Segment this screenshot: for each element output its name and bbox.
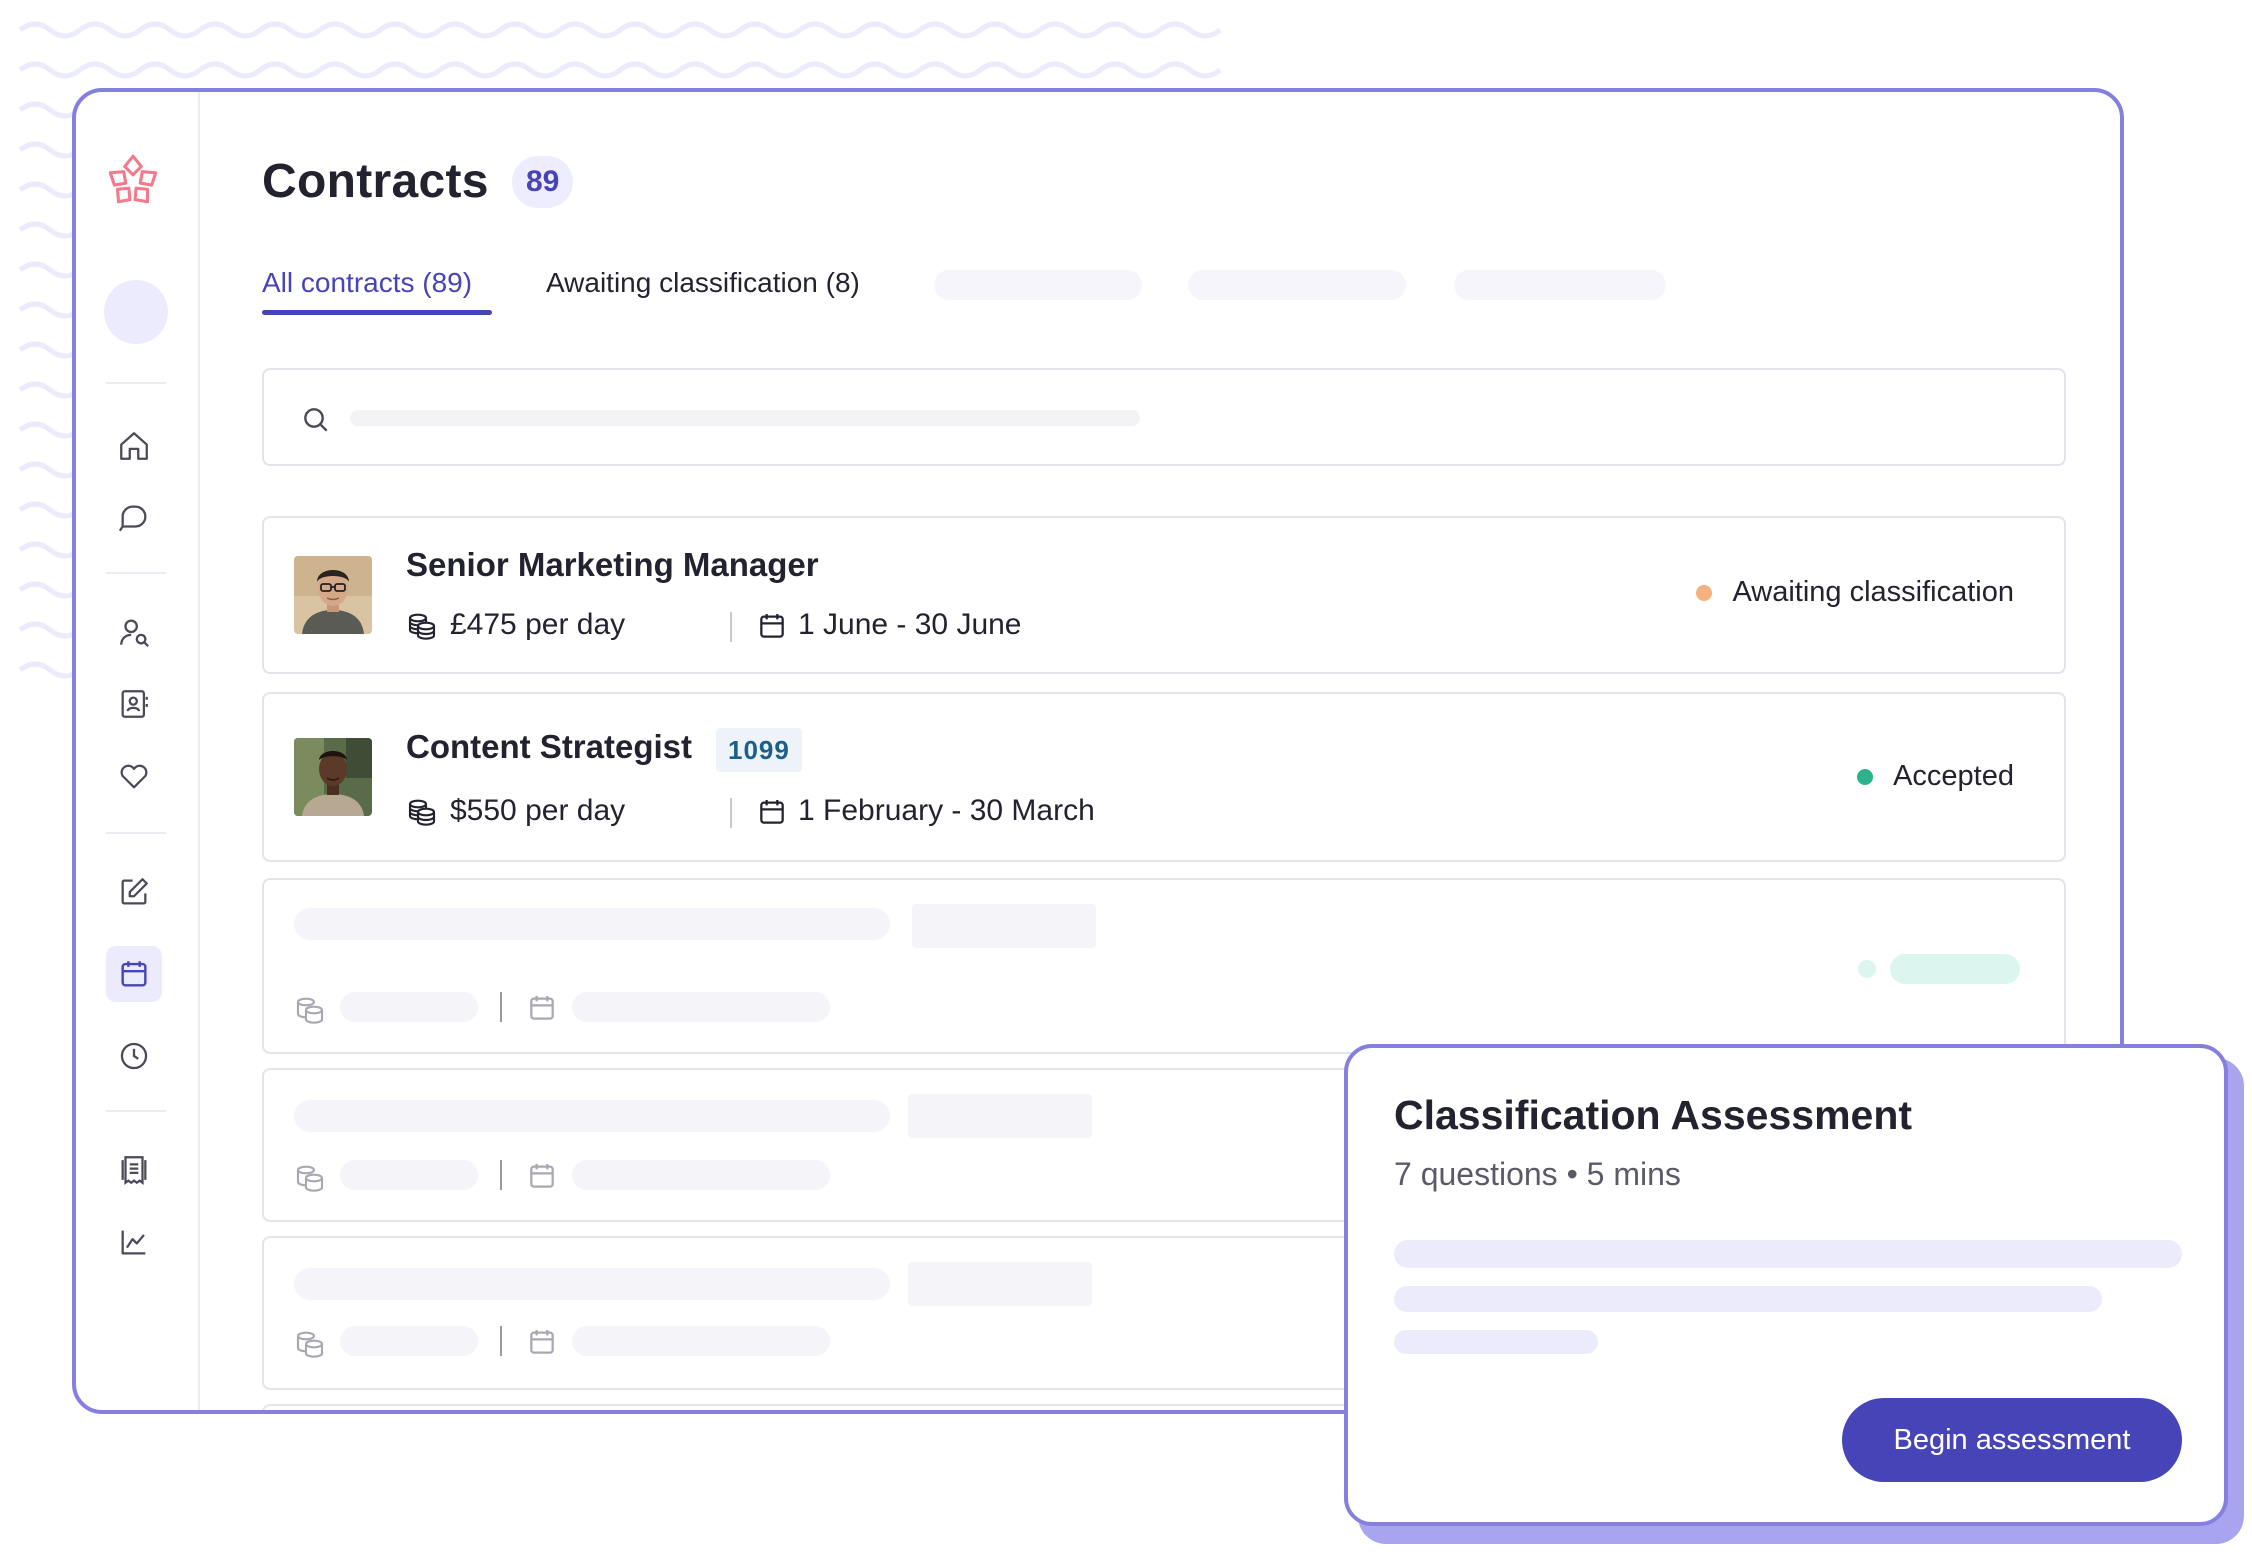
sidebar-item-invoices[interactable] — [106, 1142, 162, 1198]
contracts-count-badge: 89 — [512, 156, 574, 208]
sidebar-item-reports[interactable] — [106, 1214, 162, 1270]
calendar-icon — [530, 1330, 554, 1354]
meta-separator — [730, 798, 732, 828]
search-icon — [304, 408, 328, 432]
contract-rate: $550 per day — [450, 794, 626, 827]
sidebar-item-contracts[interactable] — [106, 946, 162, 1002]
begin-assessment-button[interactable]: Begin assessment — [1842, 1398, 2182, 1482]
sidebar-item-favorites[interactable] — [106, 748, 162, 804]
sidebar-divider — [106, 1110, 166, 1112]
meta-separator — [500, 992, 502, 1022]
skeleton-line — [1394, 1240, 2182, 1268]
contractor-avatar — [294, 556, 372, 634]
skeleton-line — [1394, 1330, 1598, 1354]
active-tab-indicator — [262, 310, 492, 315]
contract-dates: 1 June - 30 June — [798, 608, 1022, 641]
sidebar-item-edit[interactable] — [106, 864, 162, 920]
tax-form-tag: 1099 — [716, 728, 802, 772]
coins-icon — [296, 1331, 324, 1358]
skeleton-tag — [908, 1262, 1092, 1306]
contract-title: Content Strategist — [406, 728, 693, 765]
meta-separator — [500, 1160, 502, 1190]
status-dot — [1696, 584, 1713, 601]
contract-row[interactable]: Content Strategist 1099 $550 per day 1 F… — [262, 692, 2066, 862]
skeleton-dates — [572, 1160, 830, 1190]
calendar-icon — [760, 800, 784, 824]
chat-icon — [118, 505, 147, 532]
skeleton-status — [1890, 954, 2020, 984]
coins-icon — [296, 997, 324, 1024]
skeleton-status-dot — [1858, 960, 1876, 978]
contract-rate: £475 per day — [450, 608, 626, 641]
sidebar-item-home[interactable] — [106, 418, 162, 474]
home-icon — [120, 432, 148, 460]
calendar-icon — [121, 961, 147, 987]
skeleton-rate — [340, 1160, 478, 1190]
tab-placeholder[interactable] — [1454, 270, 1666, 300]
brand-logo-icon[interactable] — [102, 150, 164, 212]
search-bar[interactable] — [262, 368, 2066, 466]
contract-row[interactable]: Senior Marketing Manager £475 per day 1 … — [262, 516, 2066, 674]
calendar-icon — [530, 996, 554, 1020]
coins-icon — [408, 799, 436, 826]
search-input[interactable] — [350, 410, 1140, 426]
chart-line-icon — [121, 1230, 146, 1255]
meta-separator — [730, 612, 732, 642]
sidebar-item-messages[interactable] — [106, 490, 162, 546]
edit-icon — [121, 878, 148, 905]
sidebar-item-contacts[interactable] — [106, 676, 162, 732]
skeleton-title — [294, 1100, 890, 1132]
contractor-avatar — [294, 738, 372, 816]
calendar-icon — [760, 614, 784, 638]
meta-separator — [500, 1326, 502, 1356]
contract-row-skeleton — [262, 878, 2066, 1054]
skeleton-title — [294, 908, 890, 940]
tab-all-contracts[interactable]: All contracts (89) — [262, 267, 472, 299]
tab-awaiting-classification[interactable]: Awaiting classification (8) — [546, 267, 860, 299]
user-avatar[interactable] — [104, 280, 168, 344]
contact-book-icon — [121, 690, 148, 718]
clock-icon — [120, 1042, 148, 1070]
heart-icon — [120, 764, 148, 789]
assessment-title: Classification Assessment — [1394, 1092, 1913, 1138]
status-badge: Awaiting classification — [1696, 576, 2014, 609]
skeleton-tag — [912, 904, 1096, 948]
skeleton-tag — [908, 1094, 1092, 1138]
skeleton-title — [294, 1268, 890, 1300]
tab-placeholder[interactable] — [934, 270, 1142, 300]
coins-icon — [296, 1165, 324, 1192]
skeleton-dates — [572, 992, 830, 1022]
skeleton-dates — [572, 1326, 830, 1356]
skeleton-rate — [340, 992, 478, 1022]
classification-assessment-card: Classification Assessment 7 questions • … — [1344, 1044, 2228, 1526]
sidebar — [76, 92, 200, 1410]
tab-placeholder[interactable] — [1188, 270, 1406, 300]
status-dot — [1857, 768, 1874, 785]
sidebar-item-talent-search[interactable] — [106, 604, 162, 660]
receipt-icon — [121, 1156, 147, 1186]
skeleton-line — [1394, 1286, 2102, 1312]
sidebar-divider — [106, 572, 166, 574]
status-label: Awaiting classification — [1732, 576, 2014, 608]
sidebar-item-history[interactable] — [106, 1028, 162, 1084]
contract-title: Senior Marketing Manager — [406, 546, 819, 583]
user-search-icon — [120, 619, 149, 647]
sidebar-divider — [106, 832, 166, 834]
sidebar-divider — [106, 382, 166, 384]
page-title: Contracts — [262, 155, 489, 208]
contract-dates: 1 February - 30 March — [798, 794, 1095, 827]
status-label: Accepted — [1893, 760, 2014, 792]
assessment-subtitle: 7 questions • 5 mins — [1394, 1156, 1681, 1192]
calendar-icon — [530, 1164, 554, 1188]
skeleton-rate — [340, 1326, 478, 1356]
coins-icon — [408, 613, 436, 640]
status-badge: Accepted — [1857, 760, 2014, 793]
